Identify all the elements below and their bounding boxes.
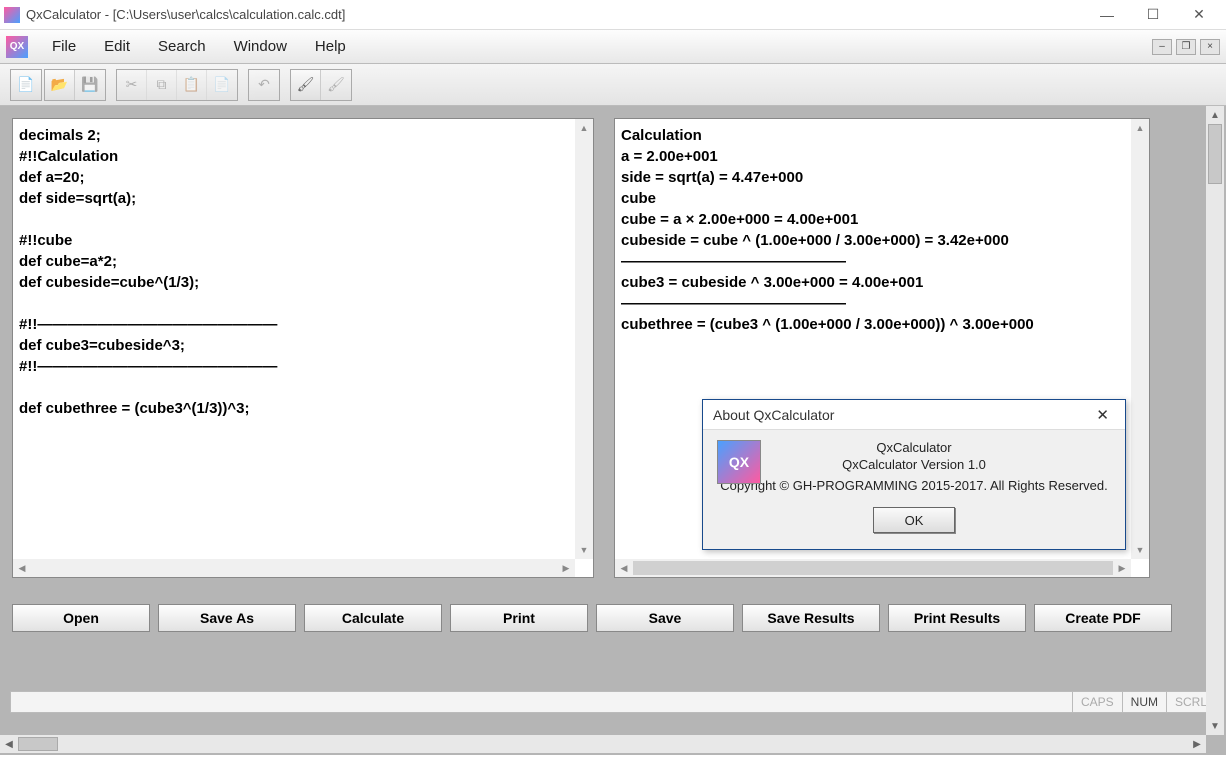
dialog-line-version: QxCalculator Version 1.0 bbox=[719, 457, 1109, 472]
toolbar: 📄 📂 💾 ✂ ⧉ 📋 📄 ↶ 🖌 🖌 bbox=[0, 64, 1226, 106]
maximize-button[interactable]: ☐ bbox=[1130, 1, 1176, 29]
brush-icon[interactable]: 🖌 bbox=[291, 70, 321, 100]
open-file-icon[interactable]: 📂 bbox=[45, 70, 75, 100]
dialog-ok-button[interactable]: OK bbox=[873, 507, 955, 533]
window-titlebar: QxCalculator - [C:\Users\user\calcs\calc… bbox=[0, 0, 1226, 30]
workspace-scrollbar-v[interactable]: ▲▼ bbox=[1206, 106, 1224, 735]
save-button[interactable]: Save bbox=[596, 604, 734, 632]
print-button[interactable]: Print bbox=[450, 604, 588, 632]
status-num: NUM bbox=[1122, 692, 1166, 712]
window-title: QxCalculator - [C:\Users\user\calcs\calc… bbox=[26, 7, 1084, 22]
clipboard-icon[interactable]: 📄 bbox=[207, 70, 237, 100]
create-pdf-button[interactable]: Create PDF bbox=[1034, 604, 1172, 632]
about-dialog: About QxCalculator ✕ QX QxCalculator QxC… bbox=[702, 399, 1126, 550]
save-as-button[interactable]: Save As bbox=[158, 604, 296, 632]
menubar: QX File Edit Search Window Help – ❐ × bbox=[0, 30, 1226, 64]
new-file-icon[interactable]: 📄 bbox=[11, 70, 41, 100]
close-button[interactable]: ✕ bbox=[1176, 1, 1222, 29]
source-editor-panel: decimals 2; #!!Calculation def a=20; def… bbox=[12, 118, 594, 578]
menu-file[interactable]: File bbox=[38, 34, 90, 59]
calculate-button[interactable]: Calculate bbox=[304, 604, 442, 632]
save-icon[interactable]: 💾 bbox=[75, 70, 105, 100]
output-scrollbar-h[interactable]: ◀▶ bbox=[615, 559, 1131, 577]
paste-icon[interactable]: 📋 bbox=[177, 70, 207, 100]
statusbar: CAPS NUM SCRL bbox=[10, 691, 1216, 713]
source-editor[interactable]: decimals 2; #!!Calculation def a=20; def… bbox=[19, 125, 573, 557]
mdi-close-button[interactable]: × bbox=[1200, 39, 1220, 55]
action-button-row: Open Save As Calculate Print Save Save R… bbox=[12, 604, 1224, 632]
app-icon bbox=[4, 7, 20, 23]
menu-edit[interactable]: Edit bbox=[90, 34, 144, 59]
cut-icon[interactable]: ✂ bbox=[117, 70, 147, 100]
dialog-close-button[interactable]: ✕ bbox=[1090, 404, 1115, 426]
editor-scrollbar-v[interactable]: ▲▼ bbox=[575, 119, 593, 559]
copy-icon[interactable]: ⧉ bbox=[147, 70, 177, 100]
undo-icon[interactable]: ↶ bbox=[249, 70, 279, 100]
status-caps: CAPS bbox=[1072, 692, 1122, 712]
mdi-restore-button[interactable]: ❐ bbox=[1176, 39, 1196, 55]
menu-search[interactable]: Search bbox=[144, 34, 220, 59]
mdi-minimize-button[interactable]: – bbox=[1152, 39, 1172, 55]
dialog-line-appname: QxCalculator bbox=[719, 440, 1109, 455]
menu-window[interactable]: Window bbox=[220, 34, 301, 59]
brush2-icon[interactable]: 🖌 bbox=[321, 70, 351, 100]
menu-help[interactable]: Help bbox=[301, 34, 360, 59]
save-results-button[interactable]: Save Results bbox=[742, 604, 880, 632]
output-scrollbar-v[interactable]: ▲▼ bbox=[1131, 119, 1149, 559]
open-button[interactable]: Open bbox=[12, 604, 150, 632]
print-results-button[interactable]: Print Results bbox=[888, 604, 1026, 632]
minimize-button[interactable]: — bbox=[1084, 1, 1130, 29]
workspace-scrollbar-h[interactable]: ◀▶ bbox=[0, 735, 1206, 753]
dialog-line-copyright: Copyright © GH-PROGRAMMING 2015-2017. Al… bbox=[719, 478, 1109, 493]
editor-scrollbar-h[interactable]: ◀▶ bbox=[13, 559, 575, 577]
dialog-title: About QxCalculator bbox=[713, 407, 1090, 423]
dialog-app-icon: QX bbox=[717, 440, 761, 484]
app-menu-icon[interactable]: QX bbox=[6, 36, 28, 58]
